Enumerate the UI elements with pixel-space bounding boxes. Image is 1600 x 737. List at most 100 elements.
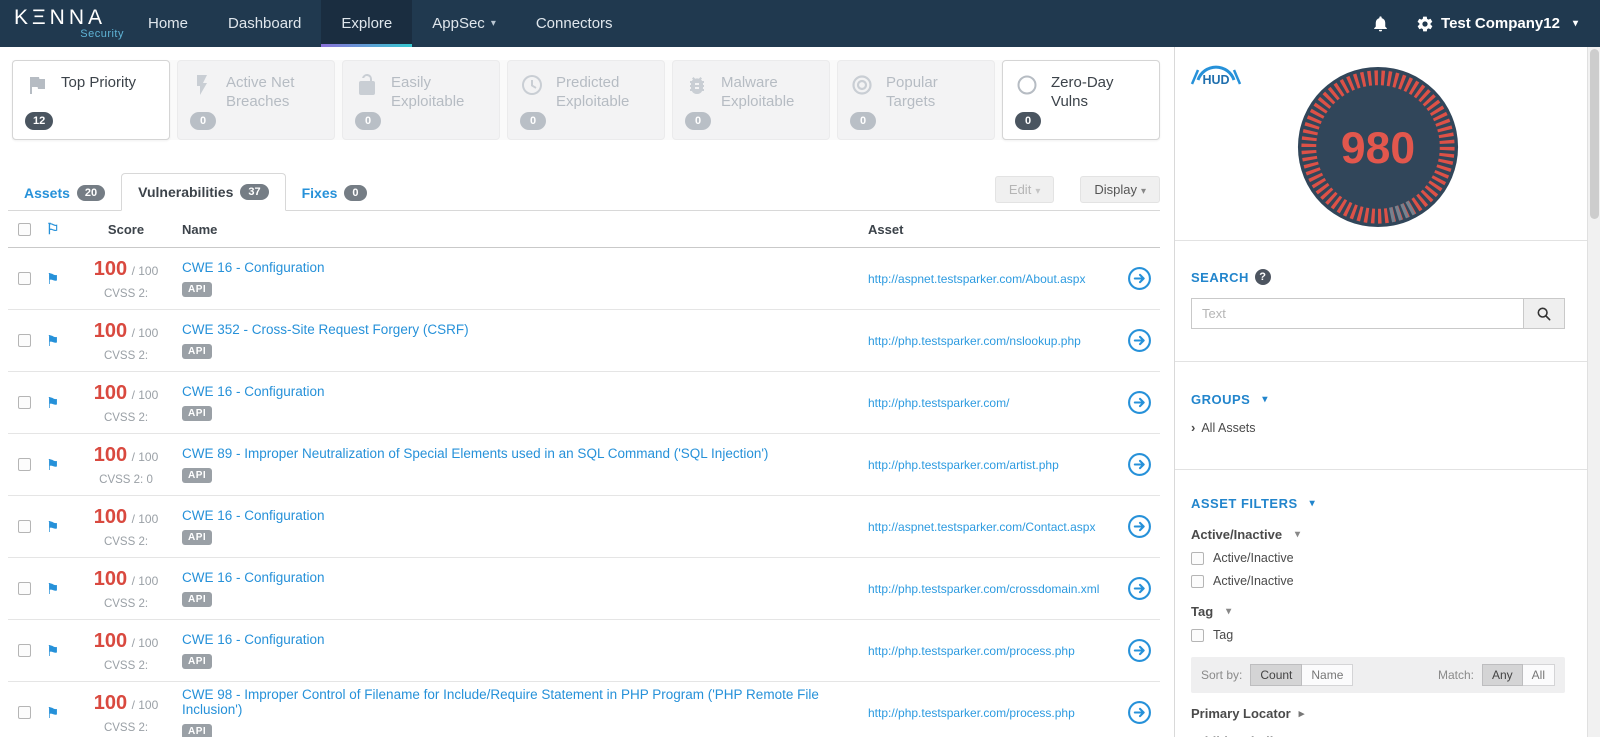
filter-checkbox[interactable] [1191, 574, 1204, 588]
nav-item-label: Explore [341, 15, 393, 32]
flag-icon[interactable]: ⚑ [36, 270, 70, 288]
filter-group-label[interactable]: Tag ▾ [1191, 604, 1565, 619]
asset-link[interactable]: http://aspnet.testsparker.com/Contact.as… [868, 520, 1095, 534]
card-count-badge: 12 [25, 112, 54, 130]
asset-link[interactable]: http://php.testsparker.com/process.php [868, 644, 1075, 658]
nav-item[interactable]: Home [128, 0, 208, 47]
kenna-logo[interactable]: KΞNNA Security [0, 0, 128, 47]
asset-link[interactable]: http://php.testsparker.com/process.php [868, 706, 1075, 720]
asset-link[interactable]: http://php.testsparker.com/nslookup.php [868, 334, 1081, 348]
open-detail-arrow-icon[interactable] [1127, 452, 1152, 477]
nav-item[interactable]: Dashboard [208, 0, 321, 47]
vulnerability-link[interactable]: CWE 352 - Cross-Site Request Forgery (CS… [182, 322, 858, 337]
filter-checkbox[interactable] [1191, 551, 1204, 565]
group-item[interactable]: › All Assets [1191, 420, 1565, 435]
open-detail-arrow-icon[interactable] [1127, 514, 1152, 539]
risk-meter-card[interactable]: Active Net Breaches 0 [177, 60, 335, 140]
row-checkbox[interactable] [18, 644, 31, 657]
flag-icon[interactable]: ⚑ [36, 518, 70, 536]
vulnerability-link[interactable]: CWE 89 - Improper Neutralization of Spec… [182, 446, 858, 461]
asset-header: Asset [868, 221, 904, 237]
filter-group-label[interactable]: Active/Inactive ▾ [1191, 527, 1565, 542]
search-input[interactable] [1191, 298, 1523, 329]
risk-meter-card[interactable]: Zero-Day Vulns 0 [1002, 60, 1160, 140]
table-row: ⚑ 100 / 100 CVSS 2: CWE 16 - Configurati… [8, 372, 1160, 434]
flag-column-icon[interactable]: ⚐ [36, 220, 70, 238]
risk-meter-card[interactable]: Popular Targets 0 [837, 60, 995, 140]
risk-score-gauge[interactable]: 980 [1191, 61, 1565, 231]
flag-icon[interactable]: ⚑ [36, 642, 70, 660]
risk-meter-card[interactable]: Malware Exploitable 0 [672, 60, 830, 140]
sort-option-button[interactable]: Count [1250, 664, 1303, 686]
cvss-label: CVSS 2: 0 [99, 473, 153, 486]
card-count-badge: 0 [520, 112, 546, 130]
display-button[interactable]: Display ▾ [1080, 176, 1160, 203]
risk-meter-card[interactable]: Predicted Exploitable 0 [507, 60, 665, 140]
score-cell: 100 / 100 CVSS 2: [70, 692, 182, 734]
nav-item[interactable]: AppSec ▾ [412, 0, 516, 47]
open-detail-arrow-icon[interactable] [1127, 266, 1152, 291]
open-detail-arrow-icon[interactable] [1127, 390, 1152, 415]
expandable-filter-link[interactable]: Primary Locator ▸ [1191, 706, 1565, 721]
asset-link[interactable]: http://aspnet.testsparker.com/About.aspx [868, 272, 1085, 286]
flag-icon[interactable]: ⚑ [36, 332, 70, 350]
vulnerability-link[interactable]: CWE 98 - Improper Control of Filename fo… [182, 687, 858, 717]
row-checkbox[interactable] [18, 458, 31, 471]
nav-item[interactable]: Explore [321, 0, 413, 47]
groups-section-label[interactable]: GROUPS ▾ [1191, 392, 1565, 407]
asset-link[interactable]: http://php.testsparker.com/ [868, 396, 1009, 410]
risk-meter-card[interactable]: Top Priority 12 [12, 60, 170, 140]
vulnerability-link[interactable]: CWE 16 - Configuration [182, 260, 858, 275]
match-option-button[interactable]: Any [1481, 664, 1523, 686]
open-detail-arrow-icon[interactable] [1127, 328, 1152, 353]
card-label: Popular Targets [886, 74, 938, 110]
flag-icon[interactable]: ⚑ [36, 456, 70, 474]
row-checkbox[interactable] [18, 582, 31, 595]
vulnerabilities-table: ⚐ Score Name Asset ⚑ 100 / 100 CVSS 2: C… [8, 211, 1160, 737]
select-all-checkbox[interactable] [18, 222, 31, 236]
bell-icon[interactable] [1371, 14, 1390, 33]
search-button[interactable] [1523, 298, 1565, 329]
asset-link[interactable]: http://php.testsparker.com/artist.php [868, 458, 1059, 472]
open-detail-arrow-icon[interactable] [1127, 700, 1152, 725]
scrollbar-thumb[interactable] [1590, 49, 1599, 219]
row-checkbox[interactable] [18, 520, 31, 533]
table-row: ⚑ 100 / 100 CVSS 2: 0 CWE 89 - Improper … [8, 434, 1160, 496]
match-label: Match: [1437, 668, 1474, 682]
table-row: ⚑ 100 / 100 CVSS 2: CWE 16 - Configurati… [8, 558, 1160, 620]
vulnerability-link[interactable]: CWE 16 - Configuration [182, 570, 858, 585]
row-checkbox[interactable] [18, 396, 31, 409]
open-detail-arrow-icon[interactable] [1127, 638, 1152, 663]
flag-icon[interactable]: ⚑ [36, 580, 70, 598]
flag-icon[interactable]: ⚑ [36, 704, 70, 722]
row-checkbox[interactable] [18, 272, 31, 285]
flag-icon[interactable]: ⚑ [36, 394, 70, 412]
vulnerability-link[interactable]: CWE 16 - Configuration [182, 508, 858, 523]
risk-meter-card[interactable]: Easily Exploitable 0 [342, 60, 500, 140]
cvss-label: CVSS 2: [103, 287, 149, 300]
hud-logo[interactable]: HUD [1189, 59, 1243, 94]
help-icon[interactable]: ? [1254, 269, 1271, 285]
nav-item[interactable]: Connectors [516, 0, 633, 47]
tab[interactable]: Vulnerabilities 37 [121, 173, 286, 211]
api-tag-badge: API [182, 654, 213, 669]
tab[interactable]: Fixes 0 [286, 175, 383, 211]
risk-meter-cards: Top Priority 12 Active Net Breaches 0 Ea… [12, 60, 1160, 140]
tab[interactable]: Assets 20 [8, 175, 121, 211]
asset-filters-label[interactable]: ASSET FILTERS ▾ [1191, 496, 1565, 511]
chevron-right-icon: ▸ [1298, 708, 1305, 720]
row-checkbox[interactable] [18, 334, 31, 347]
vulnerability-link[interactable]: CWE 16 - Configuration [182, 632, 858, 647]
row-checkbox[interactable] [18, 706, 31, 719]
edit-button[interactable]: Edit ▾ [994, 176, 1055, 203]
vertical-scrollbar[interactable] [1587, 47, 1600, 737]
asset-link[interactable]: http://php.testsparker.com/crossdomain.x… [868, 582, 1099, 596]
vulnerability-link[interactable]: CWE 16 - Configuration [182, 384, 858, 399]
open-detail-arrow-icon[interactable] [1127, 576, 1152, 601]
account-menu[interactable]: Test Company12 ▾ [1416, 15, 1578, 33]
match-option-button[interactable]: All [1522, 664, 1555, 686]
sort-option-button[interactable]: Name [1302, 664, 1354, 686]
filter-checkbox[interactable] [1191, 628, 1204, 642]
chevron-down-icon: ▾ [1309, 498, 1316, 509]
filter-option-label: Active/Inactive [1213, 574, 1294, 588]
